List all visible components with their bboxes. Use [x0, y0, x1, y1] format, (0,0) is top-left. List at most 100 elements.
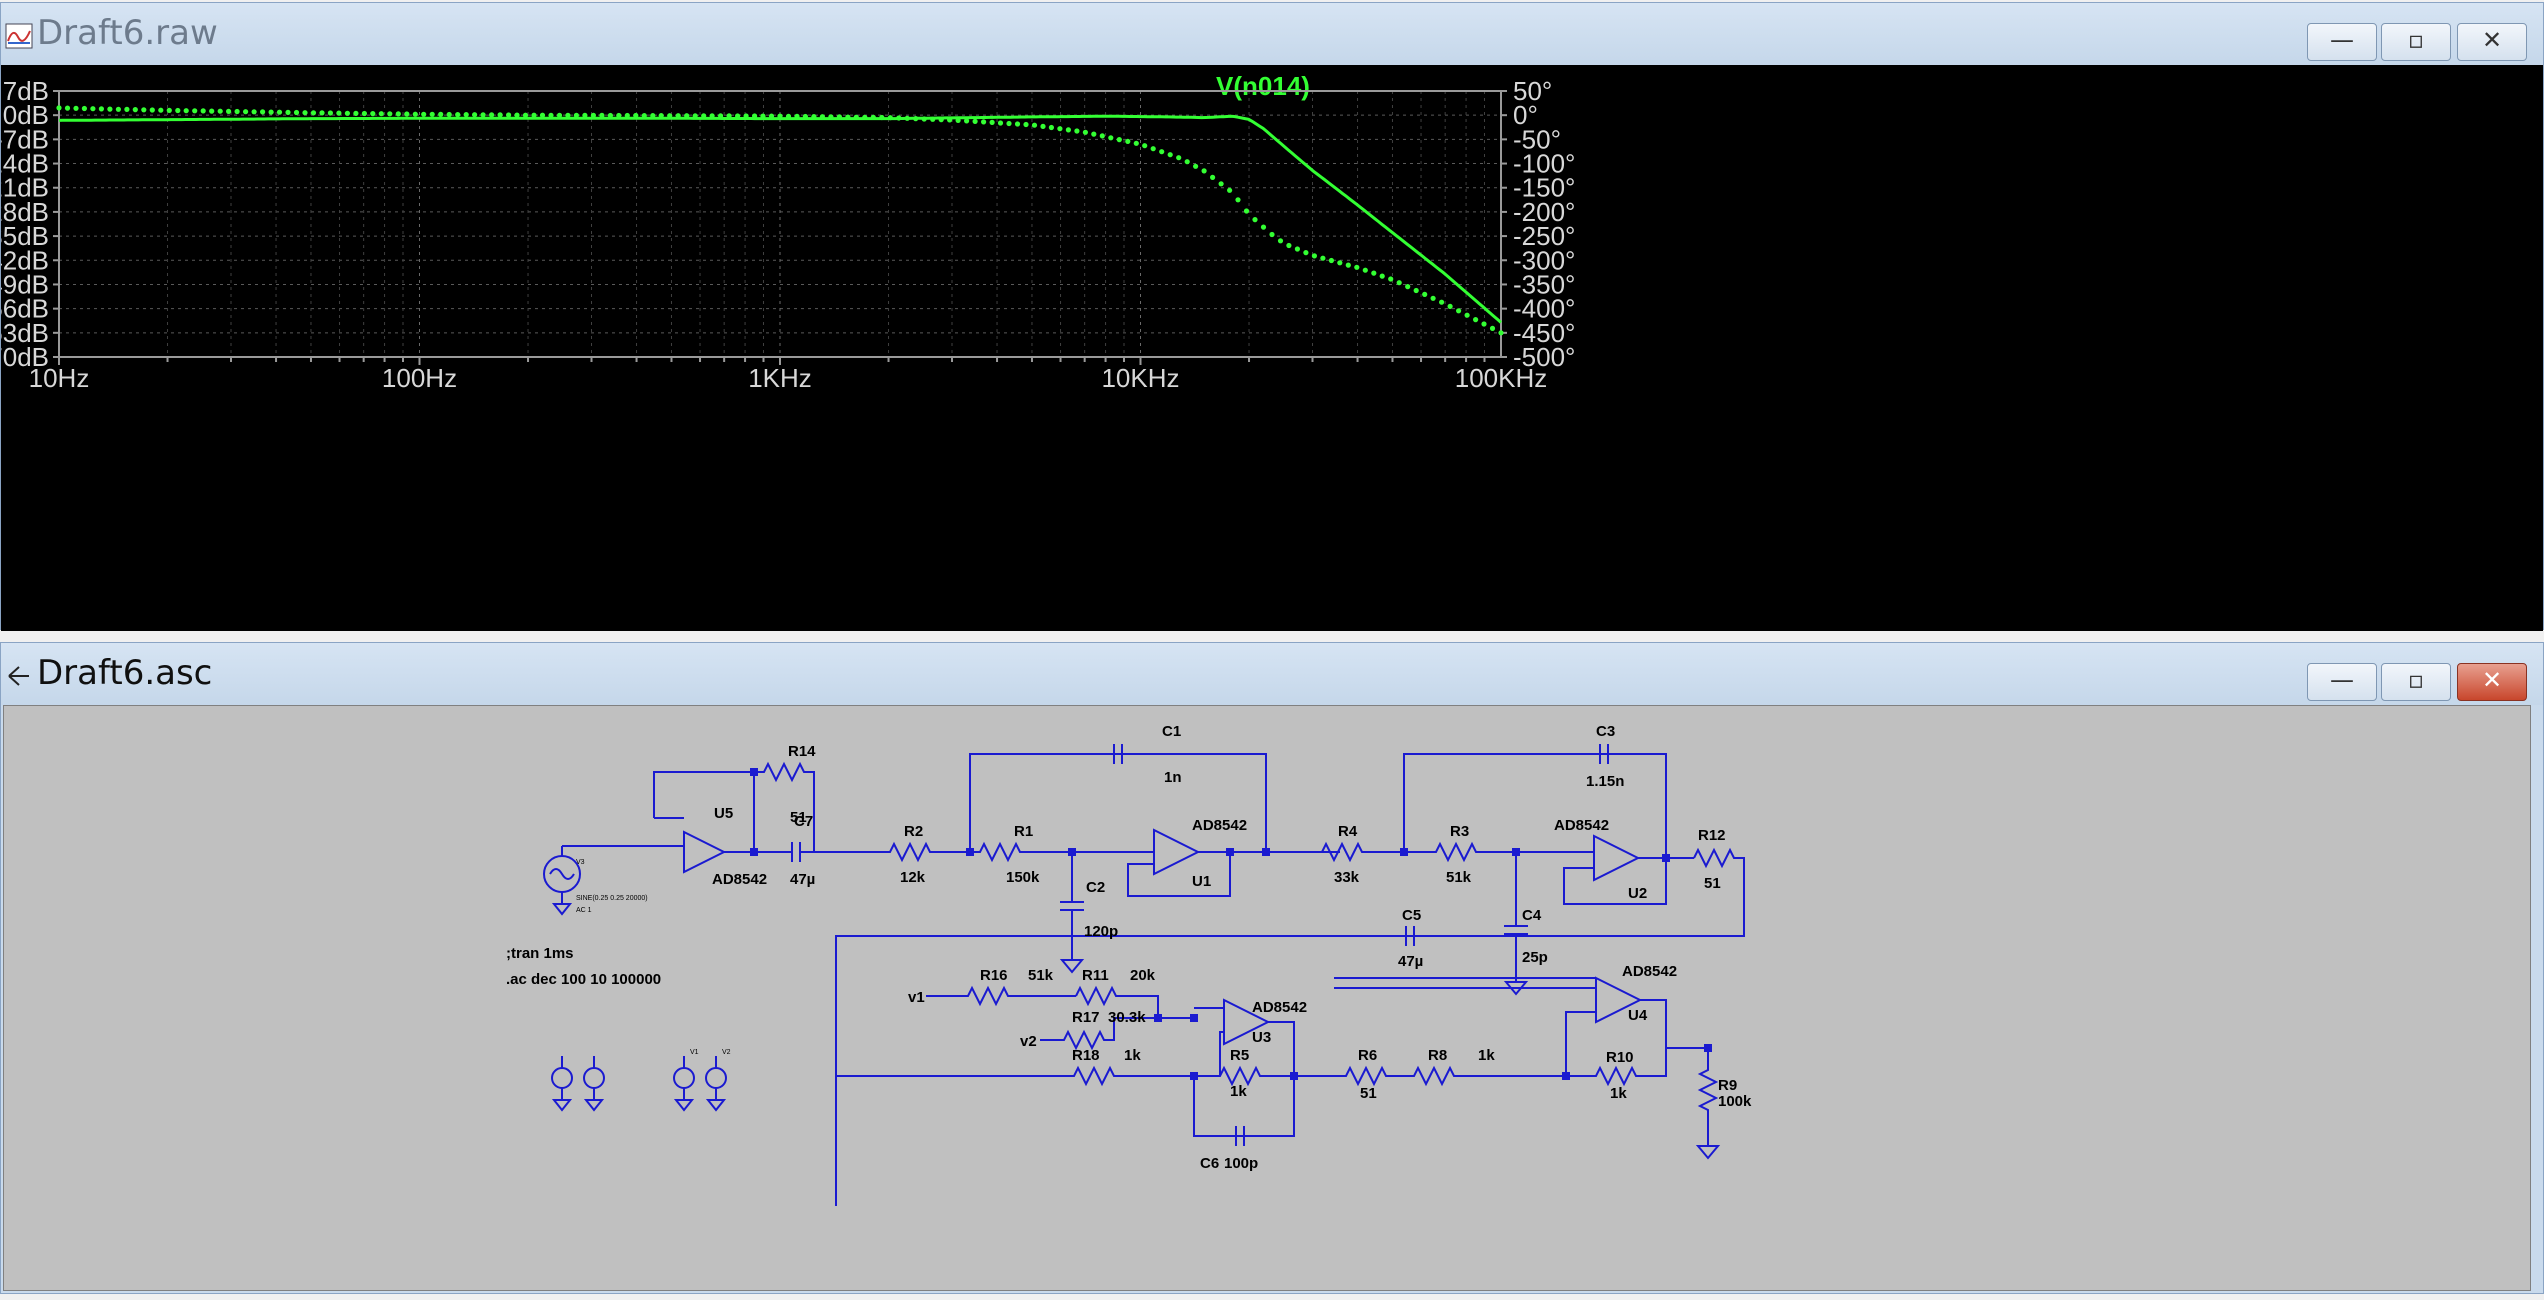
phase-trace-point — [1235, 197, 1241, 203]
schematic-maximize-button[interactable]: ▫ — [2381, 663, 2451, 701]
resistor-r3[interactable] — [1404, 841, 1516, 863]
axis-layer: 7dB0dB-7dB-14dB-21dB-28dB-35dB-42dB-49dB… — [0, 76, 1575, 393]
phase-trace-point — [472, 112, 478, 118]
phase-trace-point — [828, 114, 834, 120]
resistor-r2[interactable] — [884, 841, 970, 863]
value-u5: AD8542 — [712, 871, 767, 888]
x-tick-label: 10KHz — [1101, 363, 1179, 393]
value-r10: 1k — [1610, 1085, 1627, 1102]
schematic-close-button[interactable]: ✕ — [2457, 663, 2527, 701]
resistor-r14[interactable] — [754, 761, 815, 852]
phase-trace-point — [132, 107, 138, 113]
phase-trace-point — [1023, 121, 1029, 128]
phase-trace-point — [1150, 146, 1156, 152]
maximize-icon: ▫ — [2407, 666, 2425, 694]
maximize-button[interactable]: ▫ — [2381, 23, 2451, 61]
resistor-r5[interactable] — [1194, 1065, 1294, 1087]
phase-trace-point — [1456, 308, 1462, 314]
phase-trace-point — [1303, 250, 1309, 256]
opamp-u1[interactable] — [1153, 828, 1201, 876]
value-u4: AD8542 — [1622, 963, 1677, 980]
schematic-window-title: Draft6.asc — [37, 653, 213, 693]
directive-tran[interactable]: ;tran 1ms — [506, 945, 574, 962]
phase-trace-point — [853, 114, 859, 120]
label-r14: R14 — [788, 743, 816, 760]
phase-trace-point — [1498, 330, 1504, 336]
resistor-r1[interactable] — [970, 841, 1072, 863]
x-tick-label: 100KHz — [1455, 363, 1548, 393]
phase-trace-point — [1371, 270, 1377, 276]
phase-trace-point — [1201, 168, 1207, 174]
phase-trace-point — [590, 112, 597, 118]
phase-trace-point — [378, 111, 384, 117]
bode-chart[interactable]: V(n014) 7dB0dB-7dB-14dB-21dB-28dB-35dB-4… — [0, 65, 2543, 631]
minimize-button[interactable]: — — [2307, 23, 2377, 61]
phase-trace-point — [836, 114, 843, 120]
schematic-app-icon — [8, 666, 29, 686]
label-r17: R17 — [1072, 1009, 1100, 1026]
value-r16: 51k — [1028, 967, 1054, 984]
phase-trace-point — [497, 112, 503, 118]
phase-trace-point — [1439, 299, 1445, 305]
phase-trace-point — [607, 112, 614, 119]
supply-v2[interactable] — [705, 1067, 727, 1089]
phase-trace-point — [896, 115, 902, 121]
phase-trace-point — [938, 117, 944, 123]
close-button[interactable]: ✕ — [2457, 23, 2527, 61]
phase-trace-point — [293, 109, 300, 116]
plot-titlebar[interactable]: Draft6.raw — ▫ ✕ — [1, 3, 2543, 65]
value-u3: AD8542 — [1252, 999, 1307, 1016]
phase-trace-point — [463, 112, 469, 118]
x-tick-label: 100Hz — [382, 363, 457, 393]
trace-title[interactable]: V(n014) — [1216, 71, 1310, 101]
phase-trace-point — [1277, 238, 1284, 244]
schematic-canvas[interactable]: R14 51 C7 47µ U5 AD8542 R2 12k R1 150k C… — [3, 705, 2531, 1291]
phase-trace-point — [1074, 128, 1080, 134]
schematic-drawing[interactable]: R14 51 C7 47µ U5 AD8542 R2 12k R1 150k C… — [4, 706, 2530, 1290]
phase-trace-point — [819, 114, 826, 120]
phase-trace-point — [124, 106, 130, 112]
phase-trace-point — [489, 112, 495, 118]
opamp-u2[interactable] — [1593, 834, 1641, 882]
phase-trace-point — [234, 108, 240, 115]
schematic-titlebar[interactable]: Draft6.asc — ▫ ✕ — [1, 643, 2543, 705]
phase-trace-point — [56, 105, 62, 111]
resistor-r6[interactable] — [1294, 1065, 1566, 1087]
value-c2: 120p — [1084, 923, 1118, 940]
plot-pane[interactable]: V(n014) 7dB0dB-7dB-14dB-21dB-28dB-35dB-4… — [0, 65, 2543, 631]
phase-trace-point — [506, 112, 512, 118]
label-u3: U3 — [1252, 1029, 1271, 1046]
phase-trace-point — [616, 112, 622, 119]
supply-left-1[interactable] — [551, 1067, 573, 1089]
label-r8: R8 — [1428, 1047, 1447, 1064]
supply-left-2[interactable] — [583, 1067, 605, 1089]
close-icon: ✕ — [2481, 26, 2503, 54]
phase-trace-point — [947, 117, 953, 123]
opamp-u5[interactable] — [683, 830, 727, 874]
supply-v1[interactable] — [673, 1067, 695, 1089]
grid-layer — [58, 90, 1501, 358]
phase-trace-point — [1345, 262, 1351, 268]
phase-trace-point — [701, 113, 707, 119]
directive-ac[interactable]: .ac dec 100 10 100000 — [506, 971, 661, 988]
phase-trace-point — [930, 116, 936, 122]
phase-trace-point — [1227, 187, 1233, 193]
label-c3: C3 — [1596, 723, 1615, 740]
phase-trace-point — [1116, 137, 1122, 143]
phase-trace-point — [548, 112, 554, 118]
phase-trace-point — [200, 108, 206, 114]
value-c5: 47µ — [1398, 953, 1423, 970]
resistor-r16[interactable] — [926, 985, 1076, 1007]
phase-trace-point — [429, 111, 435, 117]
phase-trace-point — [1379, 273, 1385, 279]
phase-trace-point — [285, 109, 291, 115]
phase-trace-point — [667, 113, 673, 119]
phase-trace-point — [811, 114, 817, 120]
phase-trace-point — [599, 112, 605, 118]
schematic-minimize-button[interactable]: — — [2307, 663, 2377, 701]
resistor-r9[interactable] — [1695, 1048, 1721, 1160]
minimize-icon: — — [2330, 26, 2354, 54]
label-c4: C4 — [1522, 907, 1542, 924]
phase-trace-point — [1396, 280, 1402, 286]
phase-trace-point — [1464, 312, 1470, 318]
